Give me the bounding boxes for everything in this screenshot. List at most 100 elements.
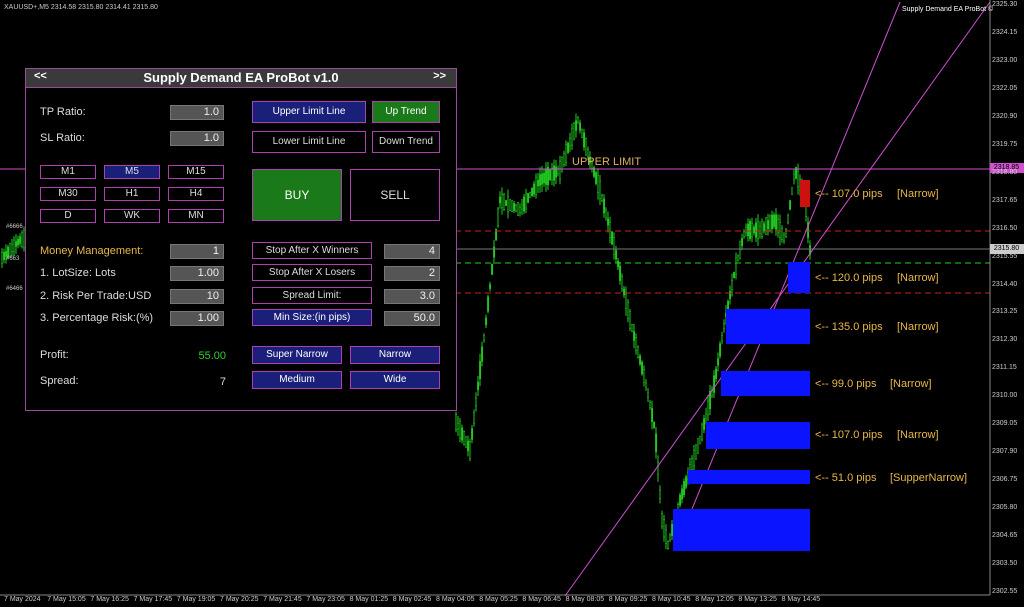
upper-limit-text: UPPER LIMIT (572, 156, 642, 168)
min-size-button[interactable]: Min Size:(in pips) (252, 309, 372, 326)
price-tick-label: 2310.00 (992, 392, 1018, 400)
spread-limit-field[interactable]: 3.0 (384, 289, 440, 304)
narrow-button[interactable]: Narrow (350, 346, 440, 364)
candle-body (509, 199, 512, 211)
time-tick-label: 8 May 06:45 (522, 596, 561, 603)
candle-body (787, 215, 790, 223)
ea-control-panel[interactable]: << Supply Demand EA ProBot v1.0 >> TP Ra… (25, 68, 457, 411)
spread-value: 7 (219, 376, 226, 388)
candle-body (755, 222, 758, 238)
time-tick-label: 8 May 09:25 (608, 596, 648, 603)
super-narrow-button[interactable]: Super Narrow (252, 346, 342, 364)
stop-after-winners-button[interactable]: Stop After X Winners (252, 242, 372, 259)
zone-pips-label: <-- 99.0 pips (815, 378, 877, 390)
candle-body (465, 436, 468, 448)
price-tick-label: 2304.65 (992, 532, 1018, 540)
sell-button[interactable]: SELL (350, 169, 440, 221)
candle-body (569, 138, 572, 147)
candle-body (659, 489, 662, 499)
candle-body (475, 398, 478, 406)
candle-body (781, 228, 784, 240)
panel-title: Supply Demand EA ProBot v1.0 (143, 70, 339, 85)
up-trend-button[interactable]: Up Trend (372, 101, 440, 123)
candle-body (19, 236, 22, 244)
ea-brand: Supply Demand EA ProBot © (902, 6, 994, 13)
panel-next-button[interactable]: >> (433, 70, 446, 82)
price-tick-label: 2305.80 (992, 504, 1018, 512)
lot-size-field[interactable]: 1.00 (170, 266, 224, 281)
spread-label: Spread: (40, 375, 79, 387)
candle-body (543, 172, 546, 184)
candle-body (797, 170, 800, 188)
winners-count-field[interactable]: 4 (384, 244, 440, 259)
price-tick-label: 2320.90 (992, 112, 1018, 120)
candle-body (529, 192, 532, 198)
candle-body (665, 529, 668, 544)
money-management-field[interactable]: 1 (170, 244, 224, 259)
candle-body (537, 179, 540, 187)
percentage-risk-label: 3. Percentage Risk:(%) (40, 312, 154, 324)
down-trend-button[interactable]: Down Trend (372, 131, 440, 153)
candle-body (581, 128, 584, 138)
candle-body (505, 200, 508, 206)
candle-body (493, 246, 496, 258)
sl-ratio-label: SL Ratio: (40, 132, 85, 144)
candle-body (623, 288, 626, 296)
candle-body (649, 402, 652, 408)
candle-body (545, 169, 548, 185)
wide-button[interactable]: Wide (350, 371, 440, 389)
candle-body (619, 265, 622, 281)
timeframe-m15-button[interactable]: M15 (168, 165, 224, 179)
candle-body (749, 221, 752, 239)
candle-body (707, 400, 710, 416)
candle-body (555, 166, 558, 178)
candle-body (705, 413, 708, 419)
candle-body (641, 361, 644, 375)
upper-price-label: 2318.85 (993, 164, 1020, 171)
candle-body (773, 214, 776, 227)
min-size-field[interactable]: 50.0 (384, 311, 440, 326)
panel-header[interactable]: << Supply Demand EA ProBot v1.0 >> (26, 69, 456, 88)
timeframe-m30-button[interactable]: M30 (40, 187, 96, 201)
timeframe-wk-button[interactable]: WK (104, 209, 160, 223)
candle-body (775, 214, 778, 230)
timeframe-m1-button[interactable]: M1 (40, 165, 96, 179)
timeframe-d-button[interactable]: D (40, 209, 96, 223)
candle-body (741, 238, 744, 246)
candle-body (549, 169, 552, 181)
candle-body (583, 132, 586, 148)
zone-type-tag: [SupperNarrow] (890, 472, 968, 484)
candle-body (609, 222, 612, 238)
stop-after-losers-button[interactable]: Stop After X Losers (252, 264, 372, 281)
timeframe-mn-button[interactable]: MN (168, 209, 224, 223)
time-tick-label: 7 May 20:25 (220, 596, 259, 603)
price-tick-label: 2316.50 (992, 224, 1018, 232)
upper-limit-line-button[interactable]: Upper Limit Line (252, 101, 366, 123)
candle-body (521, 204, 524, 210)
candle-body (1, 252, 4, 264)
risk-per-trade-field[interactable]: 10 (170, 289, 224, 304)
candle-body (759, 226, 762, 234)
candle-body (771, 214, 774, 230)
tp-ratio-field[interactable]: 1.0 (170, 105, 224, 120)
candle-body (661, 513, 664, 527)
candle-body (791, 187, 794, 195)
timeframe-h1-button[interactable]: H1 (104, 187, 160, 201)
timeframe-h4-button[interactable]: H4 (168, 187, 224, 201)
candle-body (491, 263, 494, 275)
candle-body (597, 175, 600, 193)
lower-limit-line-button[interactable]: Lower Limit Line (252, 131, 366, 153)
losers-count-field[interactable]: 2 (384, 266, 440, 281)
percentage-risk-field[interactable]: 1.00 (170, 311, 224, 326)
candle-body (613, 237, 616, 255)
candle-body (731, 279, 734, 291)
time-tick-label: 8 May 14:45 (781, 596, 821, 603)
medium-button[interactable]: Medium (252, 371, 342, 389)
candle-body (671, 524, 674, 536)
timeframe-m5-button[interactable]: M5 (104, 165, 160, 179)
spread-limit-button[interactable]: Spread Limit: (252, 287, 372, 304)
buy-button[interactable]: BUY (252, 169, 342, 221)
candle-body (713, 375, 716, 393)
candle-body (611, 231, 614, 245)
sl-ratio-field[interactable]: 1.0 (170, 131, 224, 146)
